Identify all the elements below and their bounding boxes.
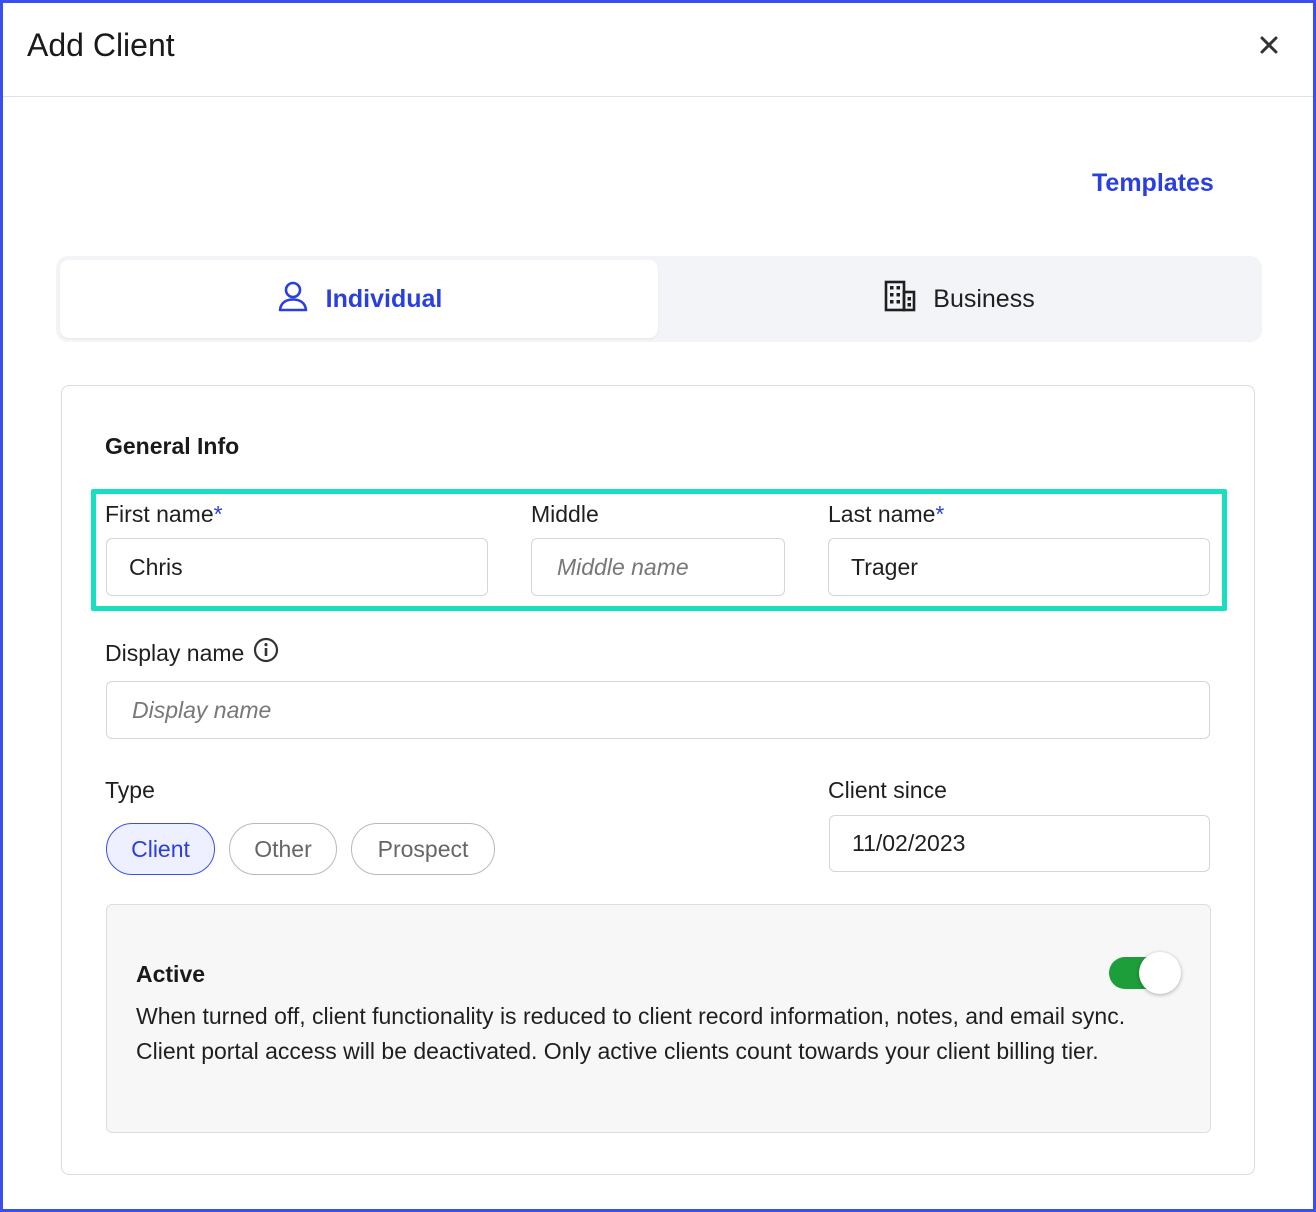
person-icon [276, 279, 310, 320]
active-title: Active [136, 961, 206, 987]
client-kind-tabs: Individual Business [56, 256, 1262, 342]
active-description: When turned off, client functionality is… [136, 1003, 1126, 1064]
tab-business[interactable]: Business [660, 260, 1258, 338]
middle-name-input[interactable]: Middle name [531, 538, 785, 596]
type-option-other[interactable]: Other [229, 823, 337, 875]
info-icon[interactable] [253, 637, 279, 669]
display-name-label: Display name [105, 637, 279, 669]
last-name-label: Last name* [828, 501, 945, 527]
templates-link[interactable]: Templates [1092, 169, 1214, 198]
last-name-input[interactable]: Trager [828, 538, 1210, 596]
add-client-dialog: Add Client Templates Individual Business… [0, 0, 1316, 1212]
dialog-title: Add Client [27, 27, 175, 63]
dialog-header: Add Client [3, 3, 1313, 97]
client-since-input[interactable]: 11/02/2023 [829, 815, 1210, 872]
tab-individual[interactable]: Individual [60, 260, 658, 338]
close-icon[interactable] [1257, 33, 1281, 57]
building-icon [883, 279, 917, 320]
type-label: Type [105, 777, 155, 803]
toggle-knob [1139, 952, 1181, 994]
client-since-label: Client since [828, 777, 947, 803]
middle-name-label: Middle [531, 501, 599, 527]
active-toggle[interactable] [1109, 952, 1181, 994]
type-option-prospect[interactable]: Prospect [351, 823, 495, 875]
first-name-label: First name* [105, 501, 223, 527]
tab-business-label: Business [933, 284, 1035, 313]
display-name-input[interactable]: Display name [106, 681, 1210, 739]
required-marker: * [213, 501, 223, 527]
first-name-input[interactable]: Chris [106, 538, 488, 596]
type-option-client[interactable]: Client [106, 823, 215, 875]
tab-individual-label: Individual [325, 284, 443, 313]
required-marker: * [935, 501, 945, 527]
section-title: General Info [105, 433, 240, 459]
